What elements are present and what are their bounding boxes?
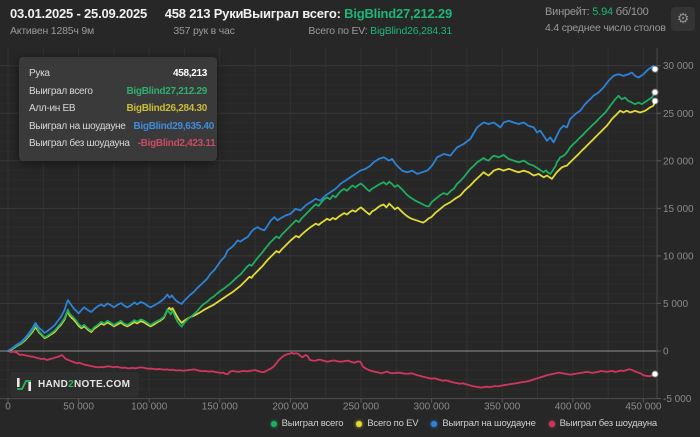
tooltip-value: -BigBlind2,423.11: [137, 138, 216, 150]
legend-label: Всего по EV: [367, 418, 419, 429]
svg-text:100 000: 100 000: [131, 402, 168, 413]
svg-text:250 000: 250 000: [343, 402, 380, 413]
svg-text:200 000: 200 000: [272, 402, 309, 413]
tooltip-row-hands: Рука 458,213: [29, 65, 207, 83]
tooltip-label: Алл-ин ЕВ: [29, 103, 76, 115]
hand2note-logo: HAND2NOTE.COM: [10, 372, 140, 397]
winrate-value: 5.94: [592, 6, 613, 18]
svg-text:20 000: 20 000: [663, 156, 694, 167]
tooltip-value: 458,213: [172, 68, 207, 80]
svg-text:450 000: 450 000: [625, 402, 662, 413]
avg-tables: 4.4 среднее число столов: [545, 22, 666, 34]
ev-total-value: BigBlind26,284.31: [370, 25, 452, 37]
svg-text:0: 0: [5, 402, 11, 413]
svg-text:300 000: 300 000: [414, 402, 451, 413]
svg-text:10 000: 10 000: [663, 251, 694, 262]
legend-item-showdown[interactable]: Выиграл на шоудауне: [431, 418, 536, 429]
svg-text:150 000: 150 000: [202, 402, 239, 413]
svg-text:30 000: 30 000: [663, 61, 694, 72]
red-dot-icon: [548, 420, 555, 427]
hand2note-logo-icon: [17, 378, 31, 391]
legend-item-won-total[interactable]: Выиграл всего: [270, 418, 344, 429]
green-dot-icon: [270, 420, 277, 427]
svg-text:-5 000: -5 000: [663, 394, 692, 405]
tooltip-value: BigBlind29,635.40: [133, 120, 215, 132]
ev-total-label: Всего по EV:: [308, 25, 371, 37]
svg-text:5 000: 5 000: [663, 299, 688, 310]
legend-item-ev-total[interactable]: Всего по EV: [356, 418, 419, 429]
svg-text:15 000: 15 000: [663, 204, 694, 215]
yellow-dot-icon: [356, 420, 363, 427]
won-total-label: Выиграл всего:: [242, 6, 345, 21]
legend-label: Выиграл всего: [281, 418, 344, 429]
winrate-column: Винрейт: 5.94 бб/100 4.4 среднее число с…: [545, 6, 666, 34]
date-range: 03.01.2025 - 25.09.2025: [10, 6, 148, 21]
svg-text:400 000: 400 000: [555, 402, 592, 413]
tooltip-value: BigBlind27,212.29: [126, 85, 208, 97]
winrate-unit: бб/100: [612, 6, 649, 18]
legend-label: Выиграл на шоудауне: [442, 418, 536, 429]
date-range-column: 03.01.2025 - 25.09.2025 Активен 1285ч 9м: [10, 6, 147, 37]
tooltip-label: Выиграл всего: [29, 85, 93, 97]
svg-text:50 000: 50 000: [63, 402, 94, 413]
settings-button[interactable]: ⚙: [671, 7, 695, 31]
tooltip-value: BigBlind26,284.30: [126, 103, 208, 115]
tooltip-row-won-total: Выиграл всего BigBlind27,212.29: [29, 83, 207, 101]
chart-legend: Выиграл всего Всего по EV Выиграл на шоу…: [270, 418, 658, 429]
svg-text:0: 0: [663, 347, 669, 358]
tooltip-row-showdown: Выиграл на шоудауне BigBlind29,635.40: [29, 118, 214, 136]
svg-text:25 000: 25 000: [663, 109, 694, 120]
tooltip-row-non-showdown: Выиграл без шоудауна -BigBlind2,423.11: [29, 135, 216, 153]
won-total-value: BigBlind27,212.29: [344, 6, 452, 21]
tooltip-label: Рука: [29, 68, 50, 80]
legend-label: Выиграл без шоудауна: [559, 418, 658, 429]
gear-icon: ⚙: [676, 11, 690, 27]
active-time: Активен 1285ч 9м: [10, 25, 95, 37]
legend-item-non-showdown[interactable]: Выиграл без шоудауна: [548, 418, 658, 429]
winrate-label: Винрейт:: [545, 6, 593, 18]
tooltip-row-allin-ev: Алл-ин ЕВ BigBlind26,284.30: [29, 100, 207, 118]
won-total-column: Выиграл всего: BigBlind27,212.29 Всего п…: [243, 6, 452, 37]
hand2note-logo-text: HAND2NOTE.COM: [38, 379, 131, 390]
svg-text:350 000: 350 000: [484, 402, 521, 413]
stats-tooltip: Рука 458,213 Выиграл всего BigBlind27,21…: [19, 57, 217, 161]
tooltip-label: Выиграл на шоудауне: [29, 120, 126, 132]
tooltip-label: Выиграл без шоудауна: [29, 138, 130, 150]
hand2note-graph-window: 30 000 25 000 20 000 15 000 10 000 5 000 0 -5 0…: [0, 0, 700, 437]
blue-dot-icon: [431, 420, 438, 427]
